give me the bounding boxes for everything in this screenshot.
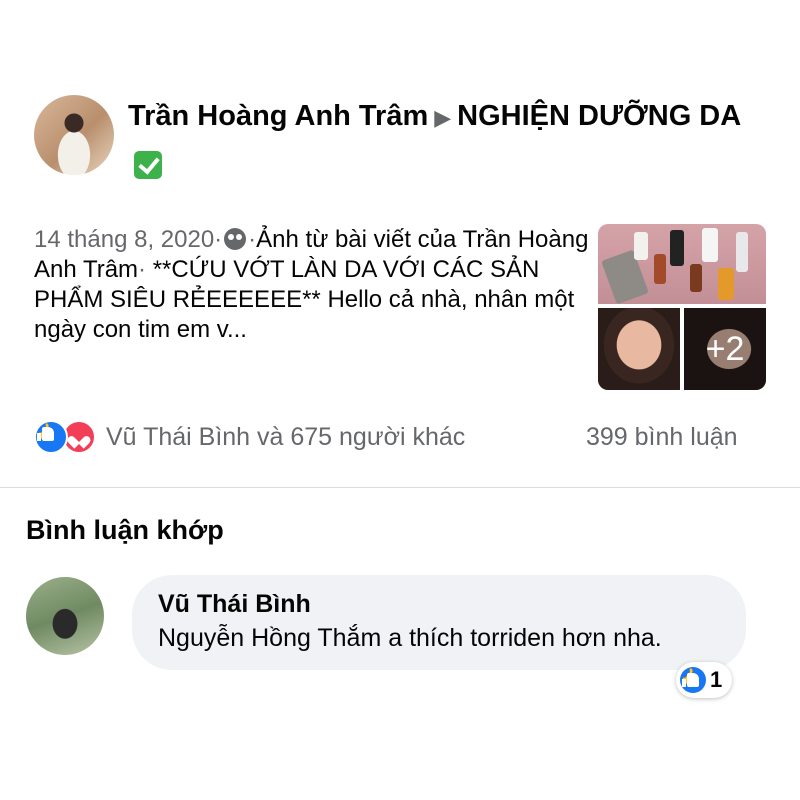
post-author-name[interactable]: Trần Hoàng Anh Trâm <box>128 100 428 132</box>
comment-reaction-count: 1 <box>710 667 723 692</box>
reactions-text[interactable]: Vũ Thái Bình và 675 người khác <box>106 423 465 452</box>
check-mark-icon <box>134 151 162 179</box>
divider <box>0 487 800 488</box>
arrow-right-icon: ▶ <box>434 105 452 130</box>
product-photo[interactable] <box>598 224 766 305</box>
post-date[interactable]: 14 tháng 8, 2020 <box>34 226 214 253</box>
post-author-avatar[interactable] <box>34 95 114 175</box>
friends-icon <box>224 228 247 250</box>
group-name[interactable]: NGHIỆN DƯỠNG DA <box>457 100 741 132</box>
commenter-avatar[interactable] <box>26 577 104 655</box>
comment-author[interactable]: Vũ Thái Bình <box>158 590 311 619</box>
face-photo[interactable] <box>598 308 680 390</box>
separator-dot: · <box>138 256 147 283</box>
like-reaction-icon <box>680 667 706 693</box>
separator-dot: · <box>214 226 223 253</box>
like-reaction-icon <box>34 420 68 454</box>
shared-from-label: Ảnh từ bài viết của <box>256 226 457 253</box>
separator-dot: · <box>248 226 257 253</box>
post-photo-grid[interactable]: +2 <box>598 224 766 390</box>
reactions-summary[interactable]: Vũ Thái Bình và 675 người khác <box>34 420 465 454</box>
comments-count[interactable]: 399 bình luận <box>586 422 738 452</box>
more-photos-count[interactable]: +2 <box>684 308 766 390</box>
post-header: Trần Hoàng Anh Trâm ▶ NGHIỆN DƯỠNG DA <box>128 92 768 190</box>
post-meta: 14 tháng 8, 2020· ·Ảnh từ bài viết của Tr… <box>34 225 594 345</box>
comment-text: Nguyễn Hồng Thắm a thích torriden hơn nh… <box>158 624 662 652</box>
comment-reactions[interactable]: 1 <box>676 662 733 698</box>
matching-comments-title: Bình luận khớp <box>26 515 224 545</box>
